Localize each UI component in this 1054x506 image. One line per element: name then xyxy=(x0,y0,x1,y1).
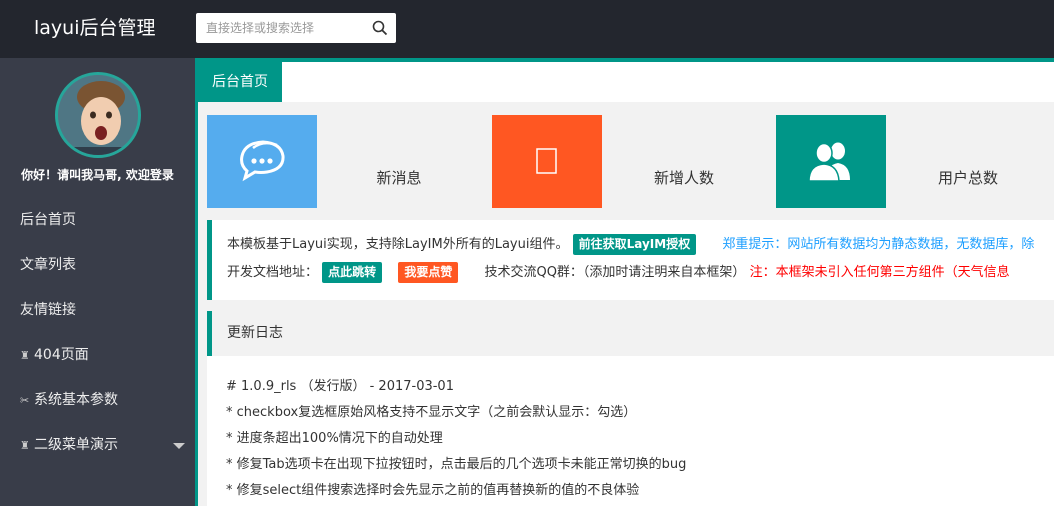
search-icon[interactable] xyxy=(372,20,388,36)
changelog-line: * 修复Tab选项卡在出现下拉按钮时，点击最后的几个选项卡未能正常切换的bug xyxy=(226,457,687,472)
card-label: 新消息 xyxy=(317,115,481,208)
stat-card-new-users[interactable]: 新增人数 xyxy=(492,115,766,208)
docs-link-button[interactable]: 点此跳转 xyxy=(322,262,383,283)
changelog-body: # 1.0.9_rls （发行版） - 2017-03-01 * checkbo… xyxy=(207,356,1052,506)
scissors-icon: ✂ xyxy=(20,394,30,407)
changelog-line: # 1.0.9_rls （发行版） - 2017-03-01 xyxy=(226,379,454,394)
sidebar-item-label: 后台首页 xyxy=(20,212,76,228)
search-box[interactable] xyxy=(196,13,396,43)
like-button[interactable]: 我要点赞 xyxy=(398,262,459,283)
sidebar-item-label: 二级菜单演示 xyxy=(34,437,118,453)
avatar[interactable] xyxy=(55,72,141,158)
sidebar: 你好！请叫我马哥, 欢迎登录 后台首页 文章列表 友情链接 ♜ 404页面 ✂ 系统… xyxy=(0,58,195,506)
notice-line-1: 本模板基于Layui实现，支持除LayIM外所有的Layui组件。 前往获取La… xyxy=(227,234,1034,256)
card-label: 用户总数 xyxy=(886,115,1050,208)
changelog-line: * 进度条超出100%情况下的自动处理 xyxy=(226,431,443,446)
changelog-panel: 更新日志 # 1.0.9_rls （发行版） - 2017-03-01 * ch… xyxy=(207,311,1054,506)
sidebar-item-system-params[interactable]: ✂ 系统基本参数 xyxy=(0,378,195,423)
sidebar-item-submenu-demo[interactable]: ♜ 二级菜单演示 xyxy=(0,423,195,468)
notice-block: 本模板基于Layui实现，支持除LayIM外所有的Layui组件。 前往获取La… xyxy=(207,220,1054,300)
changelog-line: * 修复select组件搜索选择时会先显示之前的值再替换新的值的不良体验 xyxy=(226,483,640,498)
rook-icon: ♜ xyxy=(20,439,30,452)
placeholder-box-icon xyxy=(536,148,557,174)
docs-label: 开发文档地址： xyxy=(227,265,319,280)
chat-icon-tile xyxy=(207,115,317,208)
sidebar-item-home[interactable]: 后台首页 xyxy=(0,198,195,243)
sidebar-item-label: 404页面 xyxy=(34,347,89,363)
top-header: layui后台管理 xyxy=(0,0,1054,58)
tab-home[interactable]: 后台首页 xyxy=(198,62,282,102)
sidebar-item-label: 系统基本参数 xyxy=(34,392,118,408)
users-icon-tile xyxy=(776,115,886,208)
chat-icon xyxy=(240,140,285,182)
avatar-image xyxy=(58,75,138,155)
stat-card-new-messages[interactable]: 新消息 xyxy=(207,115,481,208)
changelog-line: * checkbox复选框原始风格支持不显示文字（之前会默认显示：勾选） xyxy=(226,405,637,420)
sidebar-item-links[interactable]: 友情链接 xyxy=(0,288,195,333)
notice-text: 本模板基于Layui实现，支持除LayIM外所有的Layui组件。 xyxy=(227,237,569,252)
stat-card-total-users[interactable]: 用户总数 xyxy=(776,115,1050,208)
sidebar-item-articles[interactable]: 文章列表 xyxy=(0,243,195,288)
placeholder-box-icon-tile xyxy=(492,115,602,208)
qq-group-text: 技术交流QQ群：（添加时请注明来自本框架） xyxy=(484,265,746,280)
chevron-down-icon xyxy=(173,443,185,449)
search-input[interactable] xyxy=(196,13,366,43)
sidebar-item-label: 文章列表 xyxy=(20,257,76,273)
app-logo[interactable]: layui后台管理 xyxy=(34,14,156,42)
notice-tip: 郑重提示：网站所有数据均为静态数据，无数据库，除 xyxy=(722,237,1035,252)
tab-bar: 后台首页 xyxy=(198,58,1054,103)
sidebar-nav: 后台首页 文章列表 友情链接 ♜ 404页面 ✂ 系统基本参数 ♜ 二级菜单演示 xyxy=(0,198,195,468)
welcome-text: 你好！请叫我马哥, 欢迎登录 xyxy=(21,168,174,182)
users-icon xyxy=(808,142,850,182)
sidebar-item-404[interactable]: ♜ 404页面 xyxy=(0,333,195,378)
main-content: 新消息 新增人数 用户总数 本模板基于Layui实现，支持除LayIM外所有的L… xyxy=(198,102,1054,506)
framework-note: 注：本框架未引入任何第三方组件（天气信息 xyxy=(749,265,1010,280)
rook-icon: ♜ xyxy=(20,349,30,362)
get-layim-license-button[interactable]: 前往获取LayIM授权 xyxy=(572,234,697,255)
card-label: 新增人数 xyxy=(602,115,766,208)
changelog-title: 更新日志 xyxy=(207,311,1054,356)
sidebar-item-label: 友情链接 xyxy=(20,302,76,318)
notice-line-2: 开发文档地址： 点此跳转 我要点赞 技术交流QQ群：（添加时请注明来自本框架） … xyxy=(227,262,1010,284)
